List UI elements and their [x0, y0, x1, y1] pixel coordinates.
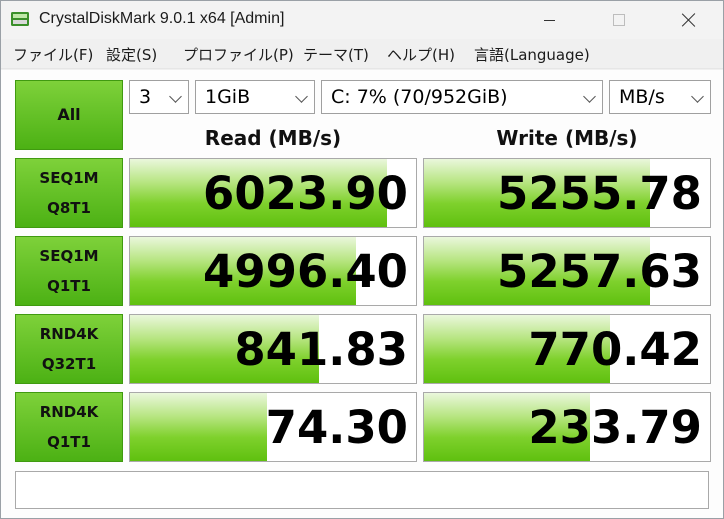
title-bar: CrystalDiskMark 9.0.1 x64 [Admin] [1, 1, 723, 39]
menu-theme[interactable]: テーマ(T) [303, 44, 369, 65]
chevron-down-icon [691, 90, 704, 103]
read-result-value: 74.30 [265, 401, 408, 454]
test-button[interactable]: SEQ1M Q1T1 [15, 236, 123, 306]
read-result-value: 841.83 [234, 323, 408, 376]
write-result: 233.79 [423, 392, 711, 462]
test-count-value: 3 [139, 86, 152, 108]
unit-value: MB/s [619, 86, 665, 108]
menu-language[interactable]: 言語(Language) [474, 44, 590, 65]
all-button[interactable]: All [15, 80, 123, 150]
test-size-select[interactable]: 1GiB [195, 80, 315, 114]
read-result-bar [130, 393, 268, 461]
menu-bar: ファイル(F) 設定(S) プロファイル(P) テーマ(T) ヘルプ(H) 言語… [1, 39, 723, 69]
test-button-line1: SEQ1M [39, 247, 99, 265]
close-icon [682, 13, 696, 27]
test-button-line2: Q1T1 [47, 277, 91, 295]
test-button-line1: SEQ1M [39, 169, 99, 187]
write-column-header: Write (MB/s) [496, 126, 638, 150]
read-column-header: Read (MB/s) [204, 126, 342, 150]
unit-select[interactable]: MB/s [609, 80, 711, 114]
test-button-line2: Q32T1 [41, 355, 97, 373]
read-result: 841.83 [129, 314, 417, 384]
test-size-value: 1GiB [205, 86, 251, 108]
write-result: 5255.78 [423, 158, 711, 228]
comment-input[interactable] [15, 471, 709, 509]
maximize-button[interactable] [595, 1, 643, 39]
chevron-down-icon [169, 90, 182, 103]
read-result-value: 6023.90 [203, 167, 408, 220]
test-button[interactable]: RND4K Q1T1 [15, 392, 123, 462]
test-count-select[interactable]: 3 [129, 80, 189, 114]
close-button[interactable] [665, 1, 713, 39]
minimize-button[interactable] [525, 1, 573, 39]
write-result-value: 5255.78 [497, 167, 702, 220]
drive-select[interactable]: C: 7% (70/952GiB) [321, 80, 603, 114]
test-button-line2: Q1T1 [47, 433, 91, 451]
drive-value: C: 7% (70/952GiB) [331, 86, 508, 108]
test-button-line1: RND4K [39, 403, 99, 421]
menu-file[interactable]: ファイル(F) [13, 44, 93, 65]
all-button-label: All [57, 105, 81, 124]
write-result: 770.42 [423, 314, 711, 384]
minimize-icon [543, 19, 555, 21]
menu-help[interactable]: ヘルプ(H) [387, 44, 455, 65]
test-button-line1: RND4K [39, 325, 99, 343]
write-result-value: 5257.63 [497, 245, 702, 298]
window-title: CrystalDiskMark 9.0.1 x64 [Admin] [39, 10, 285, 27]
chevron-down-icon [583, 90, 596, 103]
app-window: CrystalDiskMark 9.0.1 x64 [Admin] ファイル(F… [0, 0, 724, 519]
read-result: 6023.90 [129, 158, 417, 228]
test-button-line2: Q8T1 [47, 199, 91, 217]
menu-profile[interactable]: プロファイル(P) [183, 44, 294, 65]
test-button[interactable]: RND4K Q32T1 [15, 314, 123, 384]
read-result: 74.30 [129, 392, 417, 462]
main-panel: All 3 1GiB C: 7% (70/952GiB) MB/s Read (… [1, 70, 723, 518]
test-button[interactable]: SEQ1M Q8T1 [15, 158, 123, 228]
menu-settings[interactable]: 設定(S) [106, 44, 157, 65]
maximize-icon [613, 14, 625, 26]
write-result-value: 770.42 [528, 323, 702, 376]
write-result: 5257.63 [423, 236, 711, 306]
read-result: 4996.40 [129, 236, 417, 306]
write-result-value: 233.79 [528, 401, 702, 454]
chevron-down-icon [295, 90, 308, 103]
read-result-value: 4996.40 [203, 245, 408, 298]
app-disk-icon [11, 12, 29, 26]
